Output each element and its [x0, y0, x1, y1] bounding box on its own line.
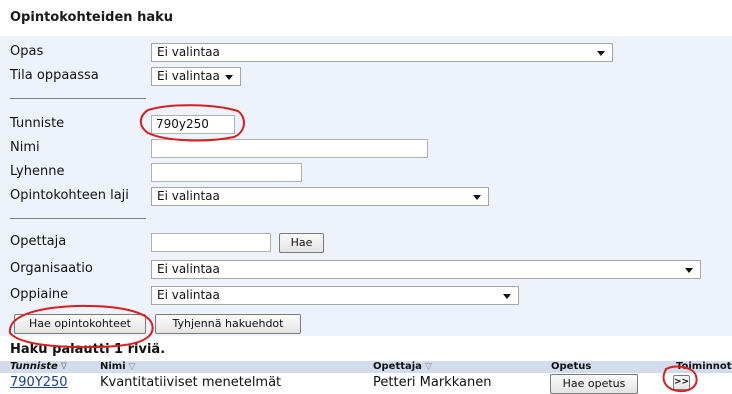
lyhenne-input[interactable] [151, 163, 302, 182]
row-action-button[interactable]: >> [673, 375, 690, 390]
column-header-toiminnot: Toiminnot [676, 361, 732, 372]
tila-oppaassa-select[interactable]: Ei valintaa [151, 67, 241, 86]
column-header-opetus: Opetus [551, 361, 592, 372]
opas-select-value: Ei valintaa [157, 45, 220, 59]
results-summary: Haku palautti 1 riviä. [10, 342, 166, 357]
opettaja-search-button[interactable]: Hae [279, 233, 324, 253]
chevron-down-icon [597, 51, 605, 56]
oppiaine-select[interactable]: Ei valintaa [151, 286, 519, 305]
laji-select-value: Ei valintaa [157, 189, 220, 203]
opas-label: Opas [10, 44, 44, 59]
opas-select[interactable]: Ei valintaa [151, 43, 613, 62]
chevron-down-icon [225, 75, 233, 80]
chevron-down-icon [685, 268, 693, 273]
opettaja-label: Opettaja [10, 234, 67, 249]
organisaatio-label: Organisaatio [10, 261, 93, 276]
column-header-tunniste[interactable]: Tunniste ∇ [10, 361, 67, 373]
tila-oppaassa-select-value: Ei valintaa [157, 69, 220, 83]
oppiaine-select-value: Ei valintaa [157, 288, 220, 302]
laji-select[interactable]: Ei valintaa [151, 187, 489, 206]
chevron-down-icon [503, 294, 511, 299]
sort-icon: ∇ [60, 362, 67, 372]
page-title: Opintokohteiden haku [10, 10, 174, 25]
column-header-nimi[interactable]: Nimi ▽ [100, 361, 136, 373]
chevron-down-icon [473, 195, 481, 200]
search-form-panel: Opas Ei valintaa Tila oppaassa Ei valint… [0, 36, 732, 336]
tila-oppaassa-label: Tila oppaassa [10, 68, 99, 83]
separator [10, 98, 146, 99]
results-table-header: Tunniste ∇ Nimi ▽ Opettaja ▽ Opetus Toiminn… [0, 361, 732, 373]
nimi-label: Nimi [10, 140, 40, 155]
tunniste-input[interactable]: 790y250 [151, 115, 235, 134]
tunniste-label: Tunniste [10, 116, 65, 131]
tunniste-link[interactable]: 790Y250 [10, 375, 68, 390]
row-opettaja: Petteri Markkanen [373, 375, 492, 390]
lyhenne-label: Lyhenne [10, 164, 65, 179]
separator [10, 218, 146, 219]
search-button[interactable]: Hae opintokohteet [14, 314, 146, 334]
row-nimi: Kvantitatiiviset menetelmät [100, 375, 282, 390]
organisaatio-select[interactable]: Ei valintaa [151, 260, 701, 279]
nimi-input[interactable] [151, 139, 428, 158]
organisaatio-select-value: Ei valintaa [157, 262, 220, 276]
oppiaine-label: Oppiaine [10, 287, 69, 302]
opettaja-input[interactable] [151, 233, 271, 252]
column-header-opettaja[interactable]: Opettaja ▽ [373, 361, 432, 373]
clear-button[interactable]: Tyhjennä hakuehdot [155, 314, 301, 334]
sort-icon: ▽ [128, 362, 136, 372]
laji-label: Opintokohteen laji [10, 188, 129, 203]
hae-opetus-button[interactable]: Hae opetus [550, 374, 638, 394]
sort-icon: ▽ [424, 362, 432, 372]
